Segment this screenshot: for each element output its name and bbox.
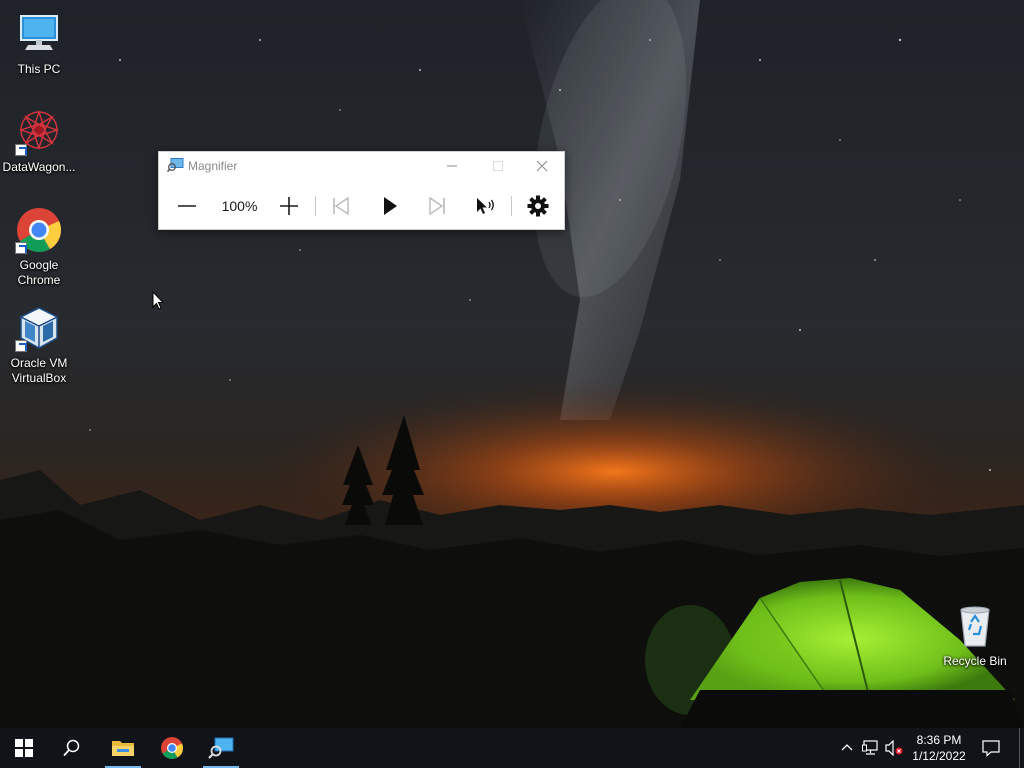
taskbar-chrome[interactable] bbox=[152, 728, 192, 768]
chevron-up-icon bbox=[841, 744, 853, 751]
magnifier-window[interactable]: Magnifier 100% bbox=[158, 151, 565, 230]
desktop-icon-label: This PC bbox=[17, 62, 61, 76]
zoom-out-button[interactable] bbox=[171, 192, 203, 220]
desktop-wallpaper bbox=[0, 0, 1024, 728]
toolbar-separator bbox=[511, 196, 512, 216]
action-center-button[interactable] bbox=[982, 739, 1000, 757]
next-icon bbox=[429, 196, 445, 216]
datawagon-icon bbox=[15, 108, 63, 156]
clock-time: 8:36 PM bbox=[916, 733, 962, 747]
maximize-button[interactable] bbox=[475, 152, 521, 180]
search-button[interactable] bbox=[52, 728, 92, 768]
read-from-here-icon bbox=[477, 198, 494, 214]
desktop-icon-label: DataWagon... bbox=[2, 160, 76, 174]
desktop-icon-datawagon[interactable]: DataWagon... bbox=[1, 108, 77, 175]
zoom-in-button[interactable] bbox=[273, 192, 305, 220]
desktop-icon-virtualbox[interactable]: Oracle VM VirtualBox bbox=[1, 304, 77, 386]
desktop-icon-label-line2: VirtualBox bbox=[11, 371, 67, 385]
toolbar-separator bbox=[315, 196, 316, 216]
desktop-icon-this-pc[interactable]: This PC bbox=[1, 10, 77, 77]
magnifier-icon bbox=[208, 737, 234, 759]
show-hidden-icons-button[interactable] bbox=[838, 739, 856, 757]
desktop-icon-label: Recycle Bin bbox=[943, 654, 1007, 668]
zoom-out-icon bbox=[178, 205, 196, 207]
previous-icon bbox=[333, 196, 349, 216]
shortcut-arrow-icon bbox=[15, 340, 27, 352]
clock-date: 1/12/2022 bbox=[912, 749, 966, 763]
minimize-button[interactable] bbox=[429, 152, 475, 180]
settings-button[interactable] bbox=[522, 192, 554, 220]
mouse-cursor-icon bbox=[152, 290, 165, 315]
file-explorer-icon bbox=[112, 741, 134, 756]
start-button[interactable] bbox=[4, 728, 44, 768]
desktop-icon-label-line1: Oracle VM bbox=[10, 356, 68, 370]
volume-button[interactable] bbox=[885, 739, 903, 757]
taskbar-clock[interactable]: 8:36 PM 1/12/2022 bbox=[906, 732, 972, 764]
windows-start-icon bbox=[15, 739, 33, 757]
magnifier-title: Magnifier bbox=[188, 159, 238, 173]
close-button[interactable] bbox=[519, 152, 565, 180]
play-icon bbox=[384, 197, 397, 215]
virtualbox-icon bbox=[15, 304, 63, 352]
zoom-in-icon bbox=[280, 197, 298, 215]
desktop-icon-label-line2: Chrome bbox=[17, 273, 61, 287]
desktop-icon-label-line1: Google bbox=[19, 258, 59, 272]
volume-muted-icon bbox=[885, 740, 903, 756]
chrome-icon bbox=[161, 737, 183, 759]
show-desktop-button[interactable] bbox=[1019, 728, 1024, 768]
magnifier-toolbar: 100% bbox=[159, 188, 564, 224]
magnifier-app-icon bbox=[166, 158, 184, 173]
network-icon bbox=[862, 740, 878, 755]
search-icon bbox=[63, 739, 80, 757]
desktop-icon-google-chrome[interactable]: Google Chrome bbox=[1, 206, 77, 288]
network-button[interactable] bbox=[862, 739, 880, 757]
magnifier-titlebar[interactable]: Magnifier bbox=[159, 152, 564, 180]
taskbar: 8:36 PM 1/12/2022 bbox=[0, 728, 1024, 768]
previous-button[interactable] bbox=[325, 192, 357, 220]
next-button[interactable] bbox=[421, 192, 453, 220]
zoom-level: 100% bbox=[221, 198, 258, 214]
shortcut-arrow-icon bbox=[15, 144, 27, 156]
notification-icon bbox=[982, 740, 1000, 757]
taskbar-file-explorer[interactable] bbox=[103, 728, 143, 768]
taskbar-magnifier[interactable] bbox=[201, 728, 241, 768]
computer-icon bbox=[15, 10, 63, 58]
shortcut-arrow-icon bbox=[15, 242, 27, 254]
recycle-bin-icon bbox=[951, 602, 999, 650]
desktop-icon-recycle-bin[interactable]: Recycle Bin bbox=[937, 602, 1013, 669]
play-button[interactable] bbox=[374, 192, 406, 220]
read-from-here-button[interactable] bbox=[469, 192, 501, 220]
gear-icon bbox=[527, 195, 549, 217]
chrome-icon bbox=[15, 206, 63, 254]
